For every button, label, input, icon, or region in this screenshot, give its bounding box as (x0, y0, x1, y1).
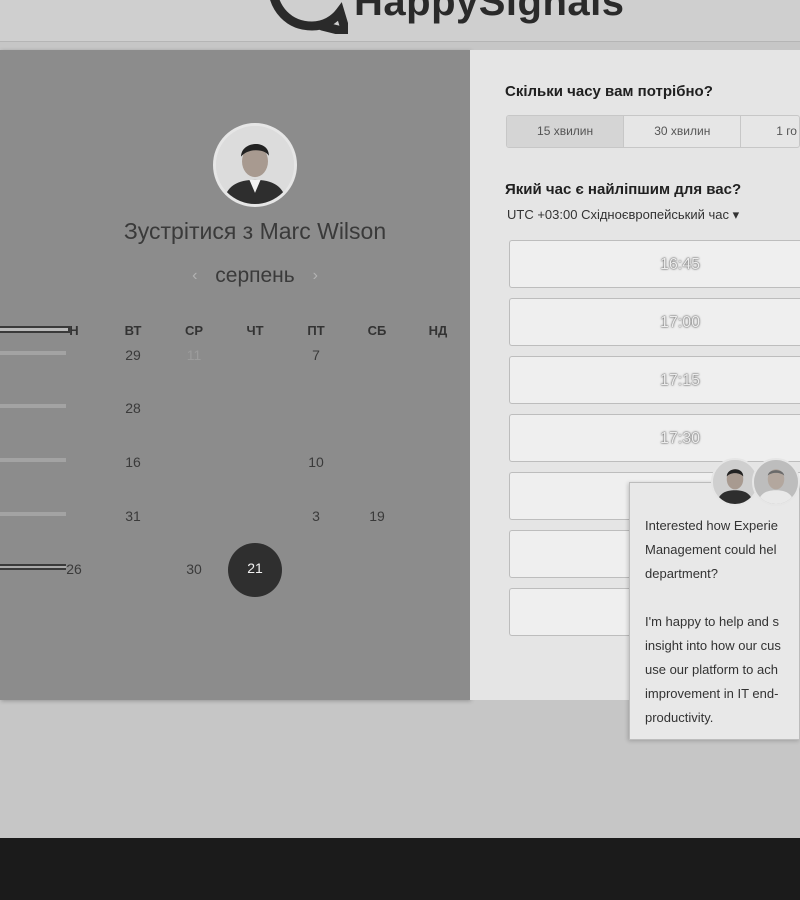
row-overlay-bar (0, 404, 66, 408)
calendar-week-row: 31 3 19 (0, 508, 470, 528)
time-slot[interactable]: 17:30 (509, 414, 800, 462)
time-slot-label: 17:15 (659, 372, 701, 389)
calendar-day[interactable]: 30 (174, 561, 214, 577)
duration-label: Скільки часу вам потрібно? (505, 83, 713, 100)
calendar-day[interactable]: 10 (296, 454, 336, 470)
next-month-button[interactable]: › (313, 267, 318, 285)
calendar-week-row: 16 10 (0, 454, 470, 474)
time-slot[interactable]: 17:00 (509, 298, 800, 346)
weekday-header: Н ВТ СР ЧТ ПТ СБ НД (0, 323, 470, 339)
calendar-day[interactable]: 16 (113, 454, 153, 470)
calendar-day[interactable]: 19 (357, 508, 397, 524)
duration-option-60[interactable]: 1 го (741, 116, 799, 147)
scheduler-panel: Зустрітися з Marc Wilson ‹ серпень › Н В… (0, 50, 470, 700)
duration-option-30[interactable]: 30 хвилин (624, 116, 742, 147)
row-overlay-bar (0, 351, 66, 355)
duration-selector: 15 хвилин 30 хвилин 1 го (506, 115, 800, 148)
logo-text: HappySignals (354, 0, 625, 24)
duration-option-15[interactable]: 15 хвилин (507, 116, 625, 147)
calendar-week-row: 26 30 21 (0, 543, 470, 597)
meeting-title: Зустрітися з Marc Wilson (123, 218, 387, 244)
time-slot[interactable]: 17:15 (509, 356, 800, 404)
chat-agent-avatar (752, 458, 800, 506)
calendar-day[interactable]: 3 (296, 508, 336, 524)
calendar-day[interactable]: 29 (113, 347, 153, 363)
chat-message: Interested how Experie Management could … (645, 518, 781, 725)
time-slot[interactable]: 16:45 (509, 240, 800, 288)
host-avatar (213, 123, 297, 207)
chevron-down-icon: ▾ (732, 207, 740, 222)
site-header: HappySignals (0, 0, 800, 42)
calendar-day[interactable]: 28 (113, 400, 153, 416)
weekday-label: ВТ (124, 323, 142, 338)
prev-month-button[interactable]: ‹ (192, 267, 197, 285)
weekday-label: ЧТ (246, 323, 264, 338)
row-overlay-bar (0, 458, 66, 462)
row-overlay-bar (0, 512, 66, 516)
month-label: серпень (215, 264, 295, 287)
weekday-label: НД (428, 323, 448, 338)
time-slot-label: 17:30 (659, 430, 701, 447)
selected-calendar-day[interactable]: 21 (228, 543, 282, 597)
weekday-label: ПТ (307, 323, 325, 338)
calendar-day[interactable]: 31 (113, 508, 153, 524)
page-footer (0, 838, 800, 900)
month-navigation: ‹ серпень › (0, 264, 510, 288)
calendar-day[interactable]: 26 (54, 561, 94, 577)
calendar-day: 11 (186, 347, 202, 363)
time-slot-label: 17:00 (659, 314, 701, 331)
weekday-label: СБ (367, 323, 387, 338)
calendar-week-row: 29 11 7 (0, 347, 470, 367)
time-label: Який час є найліпшим для вас? (505, 181, 742, 198)
time-slot-label: 16:45 (659, 256, 701, 273)
calendar-week-row: 28 (0, 400, 470, 420)
timezone-label: UTC +03:00 Східноєвропейський час (507, 207, 729, 222)
weekday-label: Н (69, 323, 79, 338)
weekday-label: СР (184, 323, 204, 338)
logo-speech-bubble-icon (270, 0, 348, 34)
timezone-selector[interactable]: UTC +03:00 Східноєвропейський час ▾ (507, 207, 739, 223)
calendar-day[interactable]: 7 (296, 347, 336, 363)
